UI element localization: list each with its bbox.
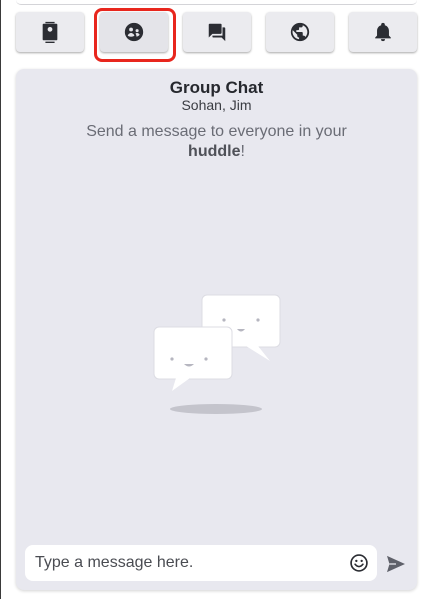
group-chat-panel: Group Chat Sohan, Jim Send a message to … — [16, 69, 417, 590]
chat-bubbles-icon — [208, 23, 226, 42]
window-edge — [0, 0, 1, 599]
chat-members: Sohan, Jim — [181, 97, 252, 113]
top-card-edge — [16, 0, 417, 5]
empty-chat-illustration — [153, 294, 281, 414]
message-composer — [25, 545, 377, 581]
group-icon — [124, 22, 144, 42]
bell-icon — [375, 22, 391, 42]
intro-suffix: ! — [240, 143, 245, 160]
globe-icon — [290, 22, 310, 42]
message-input[interactable] — [35, 545, 335, 581]
messages-button[interactable] — [183, 12, 251, 52]
globe-button[interactable] — [266, 12, 334, 52]
app-frame: Group Chat Sohan, Jim Send a message to … — [0, 0, 432, 599]
contacts-icon — [42, 21, 58, 43]
group-chat-button[interactable] — [100, 12, 168, 52]
intro-text: Send a message to everyone in your — [86, 123, 347, 140]
nav-toolbar — [16, 12, 417, 54]
smiley-icon[interactable] — [349, 553, 369, 573]
empty-state-message: Send a message to everyone in your huddl… — [76, 122, 357, 162]
contacts-button[interactable] — [16, 12, 84, 52]
chat-title: Group Chat — [169, 78, 264, 97]
intro-emphasis: huddle — [188, 143, 241, 160]
send-icon[interactable] — [386, 555, 406, 573]
bubble-left — [153, 326, 233, 391]
illustration-shadow — [170, 404, 262, 414]
notifications-button[interactable] — [349, 12, 417, 52]
